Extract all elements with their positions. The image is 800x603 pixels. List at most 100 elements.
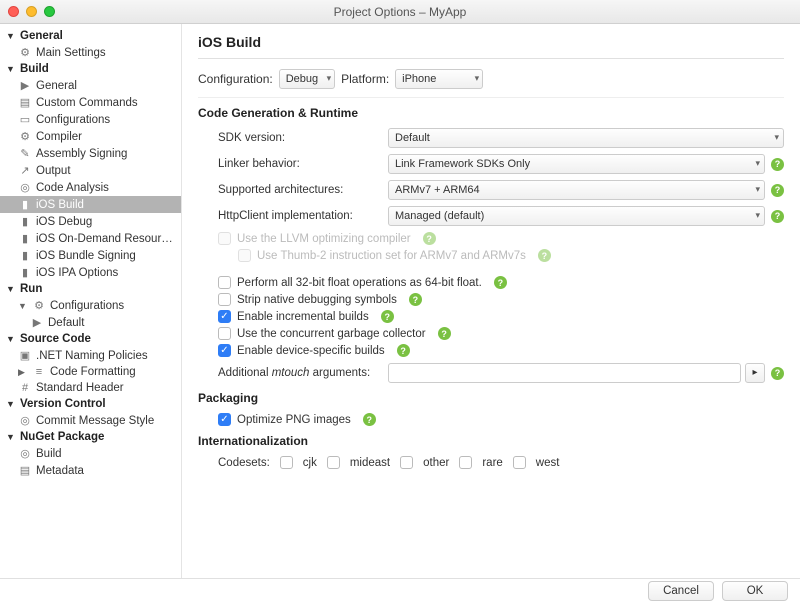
play-icon: ▶ bbox=[30, 316, 44, 329]
sidebar-item-code-analysis[interactable]: ◎Code Analysis bbox=[0, 179, 181, 196]
sidebar-item-header[interactable]: #Standard Header bbox=[0, 380, 181, 396]
help-icon[interactable]: ? bbox=[771, 158, 784, 171]
config-label: Configuration: bbox=[198, 72, 273, 86]
device-label: Enable device-specific builds bbox=[237, 345, 385, 357]
incremental-label: Enable incremental builds bbox=[237, 311, 369, 323]
sidebar-item-assembly-signing[interactable]: ✎Assembly Signing bbox=[0, 145, 181, 162]
checkbox-cjk[interactable] bbox=[280, 456, 293, 469]
list-icon: ▤ bbox=[18, 96, 32, 109]
lines-icon: ≡ bbox=[32, 366, 46, 378]
http-select[interactable]: Managed (default)▾ bbox=[388, 206, 765, 226]
sidebar-item-formatting[interactable]: ▶≡Code Formatting bbox=[0, 364, 181, 380]
png-label: Optimize PNG images bbox=[237, 414, 351, 426]
sidebar-group-build[interactable]: ▼Build bbox=[0, 61, 181, 77]
config-select[interactable]: Debug▾ bbox=[279, 69, 335, 89]
sidebar-group-nuget[interactable]: ▼NuGet Package bbox=[0, 429, 181, 445]
sidebar-item-ios-debug[interactable]: ▮iOS Debug bbox=[0, 213, 181, 230]
strip-label: Strip native debugging symbols bbox=[237, 294, 397, 306]
checkbox-strip[interactable] bbox=[218, 293, 231, 306]
platform-select[interactable]: iPhone▾ bbox=[395, 69, 483, 89]
help-icon[interactable]: ? bbox=[771, 184, 784, 197]
thumb-label: Use Thumb-2 instruction set for ARMv7 an… bbox=[257, 250, 526, 262]
help-icon[interactable]: ? bbox=[771, 367, 784, 380]
checkbox-west[interactable] bbox=[513, 456, 526, 469]
sidebar-item-run-default[interactable]: ▶Default bbox=[0, 314, 181, 331]
checkbox-gc[interactable] bbox=[218, 327, 231, 340]
linker-label: Linker behavior: bbox=[218, 158, 388, 170]
window-title: Project Options – MyApp bbox=[0, 5, 800, 19]
checkbox-png[interactable]: ✓ bbox=[218, 413, 231, 426]
section-code-gen: Code Generation & Runtime bbox=[198, 106, 784, 120]
sidebar-item-nuget-meta[interactable]: ▤Metadata bbox=[0, 462, 181, 479]
ok-button[interactable]: OK bbox=[722, 581, 788, 601]
sidebar-item-commit-style[interactable]: ◎Commit Message Style bbox=[0, 412, 181, 429]
sidebar-item-output[interactable]: ↗Output bbox=[0, 162, 181, 179]
sidebar-group-run[interactable]: ▼Run bbox=[0, 281, 181, 297]
section-packaging: Packaging bbox=[198, 391, 784, 405]
sidebar-item-ios-build[interactable]: ▮iOS Build bbox=[0, 196, 181, 213]
help-icon[interactable]: ? bbox=[438, 327, 451, 340]
gear-icon: ⚙ bbox=[18, 46, 32, 59]
doc-icon: ▣ bbox=[18, 349, 32, 362]
help-icon[interactable]: ? bbox=[771, 210, 784, 223]
arch-select[interactable]: ARMv7 + ARM64▾ bbox=[388, 180, 765, 200]
sidebar-item-custom-commands[interactable]: ▤Custom Commands bbox=[0, 94, 181, 111]
sidebar-item-compiler[interactable]: ⚙Compiler bbox=[0, 128, 181, 145]
box-icon: ▭ bbox=[18, 113, 32, 126]
help-icon[interactable]: ? bbox=[397, 344, 410, 357]
help-icon[interactable]: ? bbox=[363, 413, 376, 426]
gear-icon: ⚙ bbox=[32, 299, 46, 312]
chevron-down-icon: ▾ bbox=[774, 132, 779, 143]
sidebar-item-build-general[interactable]: ▶General bbox=[0, 77, 181, 94]
sidebar-group-vcs[interactable]: ▼Version Control bbox=[0, 396, 181, 412]
titlebar: Project Options – MyApp bbox=[0, 0, 800, 24]
mtouch-expand-button[interactable]: ▸ bbox=[745, 363, 765, 383]
checkbox-mideast[interactable] bbox=[327, 456, 340, 469]
hash-icon: # bbox=[18, 382, 32, 394]
sdk-label: SDK version: bbox=[218, 132, 388, 144]
sidebar-group-general[interactable]: ▼General bbox=[0, 28, 181, 44]
sidebar-item-ios-ipa[interactable]: ▮iOS IPA Options bbox=[0, 264, 181, 281]
help-icon[interactable]: ? bbox=[381, 310, 394, 323]
checkbox-device[interactable]: ✓ bbox=[218, 344, 231, 357]
chevron-down-icon: ▾ bbox=[755, 210, 760, 221]
help-icon[interactable]: ? bbox=[423, 232, 436, 245]
target-icon: ◎ bbox=[18, 447, 32, 460]
checkbox-rare[interactable] bbox=[459, 456, 472, 469]
codesets-label: Codesets: bbox=[218, 457, 270, 469]
gear-icon: ⚙ bbox=[18, 130, 32, 143]
platform-label: Platform: bbox=[341, 72, 389, 86]
sidebar-item-nuget-build[interactable]: ◎Build bbox=[0, 445, 181, 462]
target-icon: ◎ bbox=[18, 181, 32, 194]
sidebar-item-main-settings[interactable]: ⚙Main Settings bbox=[0, 44, 181, 61]
checkbox-other[interactable] bbox=[400, 456, 413, 469]
sidebar-group-source[interactable]: ▼Source Code bbox=[0, 331, 181, 347]
main-panel: iOS Build Configuration: Debug▾ Platform… bbox=[182, 24, 800, 578]
sidebar-item-run-configs[interactable]: ▼⚙Configurations bbox=[0, 297, 181, 314]
pen-icon: ✎ bbox=[18, 147, 32, 160]
help-icon[interactable]: ? bbox=[538, 249, 551, 262]
linker-select[interactable]: Link Framework SDKs Only▾ bbox=[388, 154, 765, 174]
sidebar-item-configurations[interactable]: ▭Configurations bbox=[0, 111, 181, 128]
help-icon[interactable]: ? bbox=[409, 293, 422, 306]
sidebar-item-ios-bundle-signing[interactable]: ▮iOS Bundle Signing bbox=[0, 247, 181, 264]
page-title: iOS Build bbox=[198, 34, 784, 59]
section-i18n: Internationalization bbox=[198, 434, 784, 448]
sidebar-item-ios-odr[interactable]: ▮iOS On-Demand Resources bbox=[0, 230, 181, 247]
checkbox-float[interactable] bbox=[218, 276, 231, 289]
llvm-label: Use the LLVM optimizing compiler bbox=[237, 233, 411, 245]
mtouch-label: Additional mtouch arguments: bbox=[218, 367, 388, 379]
sidebar: ▼General ⚙Main Settings ▼Build ▶General … bbox=[0, 24, 182, 578]
checkbox-incremental[interactable]: ✓ bbox=[218, 310, 231, 323]
mtouch-input[interactable] bbox=[388, 363, 741, 383]
phone-icon: ▮ bbox=[18, 266, 32, 279]
chevron-down-icon: ▾ bbox=[327, 73, 332, 84]
help-icon[interactable]: ? bbox=[494, 276, 507, 289]
sdk-select[interactable]: Default▾ bbox=[388, 128, 784, 148]
sidebar-item-naming[interactable]: ▣.NET Naming Policies bbox=[0, 347, 181, 364]
arch-label: Supported architectures: bbox=[218, 184, 388, 196]
chevron-down-icon: ▾ bbox=[475, 73, 480, 84]
http-label: HttpClient implementation: bbox=[218, 210, 388, 222]
cancel-button[interactable]: Cancel bbox=[648, 581, 714, 601]
gc-label: Use the concurrent garbage collector bbox=[237, 328, 426, 340]
